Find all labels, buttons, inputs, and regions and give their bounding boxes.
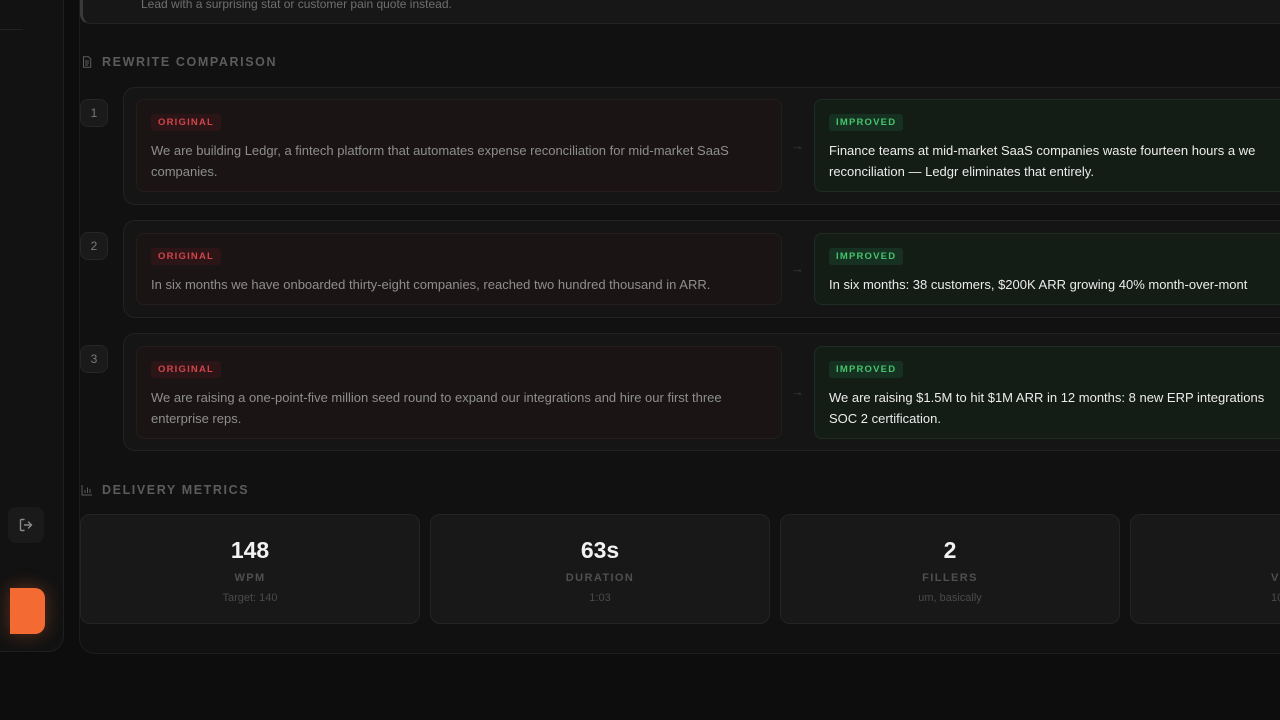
metric-label: FILLERS [922,572,978,584]
arrow-right-icon: → [791,138,804,153]
bar-chart-icon [81,485,92,496]
logout-icon [19,518,33,532]
improved-tag: IMPROVED [829,248,904,265]
rewrite-comparison-header: REWRITE COMPARISON [81,55,277,69]
original-tag: ORIGINAL [151,114,222,131]
sidebar [0,0,64,652]
improved-text: We are raising $1.5M to hit $1M ARR in 1… [829,387,1280,429]
sidebar-divider [0,29,23,30]
original-tag: ORIGINAL [151,248,222,265]
section-title: DELIVERY METRICS [102,483,250,497]
metric-value: 148 [230,537,270,563]
improved-text-line: SOC 2 certification. [829,411,941,426]
section-title: REWRITE COMPARISON [102,55,278,69]
row-number-badge: 1 [80,99,108,127]
record-button[interactable] [10,588,45,634]
improved-box: IMPROVED Finance teams at mid-market Saa… [814,99,1280,192]
original-box: ORIGINAL We are raising a one-point-five… [136,346,782,439]
delivery-metrics-header: DELIVERY METRICS [81,483,249,497]
arrow-right-icon: → [791,384,804,399]
metric-card-fillers: 2 FILLERS um, basically [780,514,1120,624]
document-icon [83,56,92,68]
improved-tag: IMPROVED [829,361,904,378]
improved-text: Finance teams at mid-market SaaS compani… [829,140,1280,182]
original-box: ORIGINAL In six months we have onboarded… [136,233,782,305]
metric-subtext: 10 [1271,592,1280,604]
original-text: We are building Ledgr, a fintech platfor… [151,143,729,179]
arrow-right-icon: → [791,261,804,276]
metric-value: 2 [943,537,957,563]
metric-subtext: um, basically [918,592,982,604]
metric-subtext: Target: 140 [222,592,278,604]
original-text: We are raising a one-point-five million … [151,390,722,426]
original-text: In six months we have onboarded thirty-e… [151,277,711,292]
metric-card-wpm: 148 WPM Target: 140 [80,514,420,624]
improved-text-line: reconciliation — Ledgr eliminates that e… [829,164,1094,179]
original-tag: ORIGINAL [151,361,222,378]
improved-box: IMPROVED In six months: 38 customers, $2… [814,233,1280,305]
metric-card-duration: 63s DURATION 1:03 [430,514,770,624]
feedback-text: Lead with a surprising stat or customer … [141,0,452,11]
original-box: ORIGINAL We are building Ledgr, a fintec… [136,99,782,192]
improved-text: In six months: 38 customers, $200K ARR g… [829,274,1280,295]
improved-box: IMPROVED We are raising $1.5M to hit $1M… [814,346,1280,439]
feedback-card: Lead with a surprising stat or customer … [80,0,1280,24]
metric-value: 63s [580,537,620,563]
metric-card-partial: V 10 [1130,514,1280,624]
metric-subtext: 1:03 [589,592,611,604]
improved-text-line: In six months: 38 customers, $200K ARR g… [829,277,1248,292]
metric-label: WPM [234,572,266,584]
row-number-badge: 2 [80,232,108,260]
app-stage: Lead with a surprising stat or customer … [0,0,1280,720]
improved-text-line: Finance teams at mid-market SaaS compani… [829,143,1256,158]
improved-tag: IMPROVED [829,114,904,131]
metric-label: V [1271,572,1280,584]
improved-text-line: We are raising $1.5M to hit $1M ARR in 1… [829,390,1265,405]
logout-button[interactable] [8,507,44,543]
row-number-badge: 3 [80,345,108,373]
metric-label: DURATION [565,572,635,584]
